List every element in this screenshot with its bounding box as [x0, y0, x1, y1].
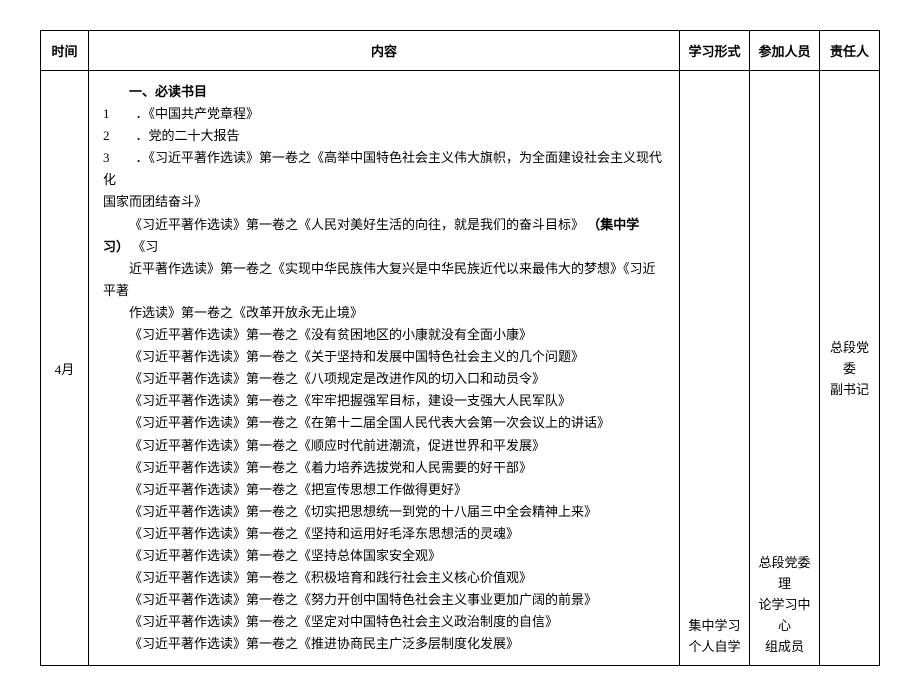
intro-after: 《习	[132, 239, 158, 254]
reading-item: 《习近平著作选读》第一卷之《努力开创中国特色社会主义事业更加广阔的前景》	[103, 589, 665, 611]
header-form: 学习形式	[680, 31, 750, 71]
table-row: 4月 一、必读书目 1 ．《中国共产党章程》 2 ．党的二十大报告 3 ．《习近…	[41, 71, 880, 666]
reading-item: 《习近平著作选读》第一卷之《切实把思想统一到党的十八届三中全会精神上来》	[103, 501, 665, 523]
reading-item: 《习近平著作选读》第一卷之《在第十二届全国人民代表大会第一次会议上的讲话》	[103, 412, 665, 434]
cell-content: 一、必读书目 1 ．《中国共产党章程》 2 ．党的二十大报告 3 ．《习近平著作…	[89, 71, 680, 666]
study-plan-table: 时间 内容 学习形式 参加人员 责任人 4月 一、必读书目 1 ．《中国共产党章…	[40, 30, 880, 666]
cell-form: 集中学习 个人自学	[680, 71, 750, 666]
table-header-row: 时间 内容 学习形式 参加人员 责任人	[41, 31, 880, 71]
responsible-line: 总段党委	[826, 338, 873, 380]
reading-item: 《习近平著作选读》第一卷之《没有贫困地区的小康就没有全面小康》	[103, 324, 665, 346]
intro-line: 《习近平著作选读》第一卷之《人民对美好生活的向往，就是我们的奋斗目标》 （集中学…	[103, 214, 665, 258]
reading-item: 《习近平著作选读》第一卷之《坚持总体国家安全观》	[103, 545, 665, 567]
numbered-item: 1 ．《中国共产党章程》	[103, 103, 665, 125]
header-content: 内容	[89, 31, 680, 71]
reading-item: 《习近平著作选读》第一卷之《积极培育和践行社会主义核心价值观》	[103, 567, 665, 589]
intro-line: 作选读》第一卷之《改革开放永无止境》	[103, 302, 665, 324]
reading-item: 《习近平著作选读》第一卷之《关于坚持和发展中国特色社会主义的几个问题》	[103, 346, 665, 368]
attendee-line: 论学习中心	[756, 595, 813, 637]
header-attendees: 参加人员	[750, 31, 820, 71]
numbered-item: 2 ．党的二十大报告	[103, 125, 665, 147]
reading-item: 《习近平著作选读》第一卷之《坚定对中国特色社会主义政治制度的自信》	[103, 611, 665, 633]
reading-item: 《习近平著作选读》第一卷之《牢牢把握强军目标，建设一支强大人民军队》	[103, 390, 665, 412]
form-line: 个人自学	[686, 637, 743, 658]
cell-responsible: 总段党委 副书记	[820, 71, 880, 666]
numbered-item: 3 ．《习近平著作选读》第一卷之《高举中国特色社会主义伟大旗帜，为全面建设社会主…	[103, 147, 665, 191]
content-heading: 一、必读书目	[103, 81, 665, 103]
responsible-line: 副书记	[826, 380, 873, 401]
form-line: 集中学习	[686, 616, 743, 637]
reading-item: 《习近平著作选读》第一卷之《八项规定是改进作风的切入口和动员令》	[103, 368, 665, 390]
attendee-line: 总段党委理	[756, 553, 813, 595]
intro-line: 近平著作选读》第一卷之《实现中华民族伟大复兴是中华民族近代以来最伟大的梦想》《习…	[103, 258, 665, 302]
cell-attendees: 总段党委理 论学习中心 组成员	[750, 71, 820, 666]
reading-item: 《习近平著作选读》第一卷之《坚持和运用好毛泽东思想活的灵魂》	[103, 523, 665, 545]
intro-text: 《习近平著作选读》第一卷之《人民对美好生活的向往，就是我们的奋斗目标》	[129, 217, 584, 232]
reading-item: 《习近平著作选读》第一卷之《着力培养选拔党和人民需要的好干部》	[103, 457, 665, 479]
header-time: 时间	[41, 31, 89, 71]
reading-item: 《习近平著作选读》第一卷之《把宣传思想工作做得更好》	[103, 479, 665, 501]
cell-time: 4月	[41, 71, 89, 666]
attendee-line: 组成员	[756, 637, 813, 658]
reading-item: 《习近平著作选读》第一卷之《顺应时代前进潮流，促进世界和平发展》	[103, 435, 665, 457]
numbered-wrap: 国家而团结奋斗》	[103, 191, 665, 213]
header-responsible: 责任人	[820, 31, 880, 71]
reading-item: 《习近平著作选读》第一卷之《推进协商民主广泛多层制度化发展》	[103, 633, 665, 655]
